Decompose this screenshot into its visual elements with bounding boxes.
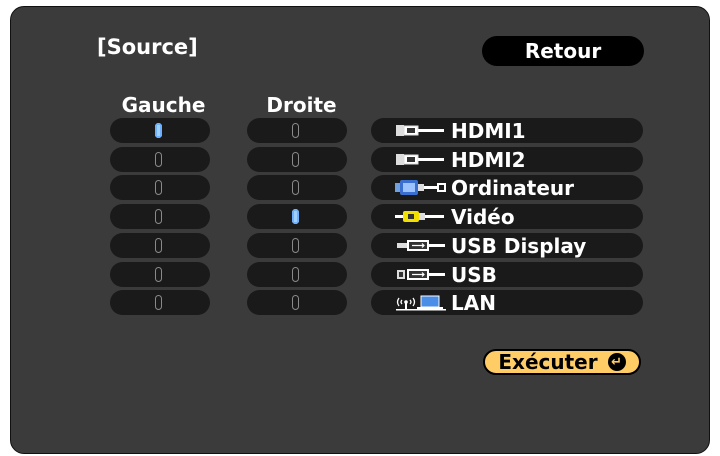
usb-display-icon [395,237,447,254]
selection-mark [292,238,299,253]
source-label: USB Display [451,234,587,258]
rca-video-icon [395,208,447,225]
left-column-header: Gauche [121,93,206,117]
right-select-hdmi2[interactable] [247,147,347,172]
source-label: HDMI2 [451,148,526,172]
vga-computer-icon [395,179,447,196]
left-select-lan[interactable] [110,290,210,315]
usb-icon [395,266,447,283]
source-row-usb: USB [371,262,643,287]
lan-icon [395,294,447,311]
hdmi-icon [395,122,447,139]
source-row-usb-display: USB Display [371,233,643,258]
selection-mark [155,180,162,195]
source-row-hdmi2: HDMI2 [371,147,643,172]
selection-mark [292,295,299,310]
source-label: Vidéo [451,205,515,229]
source-row-lan: LAN [371,290,643,315]
hdmi-icon [395,151,447,168]
source-label: LAN [451,291,496,315]
selection-mark [292,123,299,138]
execute-label: Exécuter [498,350,598,374]
right-select-hdmi1[interactable] [247,118,347,143]
selection-mark [292,180,299,195]
left-select-hdmi2[interactable] [110,147,210,172]
dialog-title: [Source] [97,35,198,59]
left-select-usb[interactable] [110,262,210,287]
selection-mark [155,123,162,138]
selection-mark [155,152,162,167]
selection-mark [292,152,299,167]
right-select-video[interactable] [247,204,347,229]
selection-mark [155,295,162,310]
selection-mark [155,238,162,253]
source-label: HDMI1 [451,119,526,143]
right-column-header: Droite [266,93,337,117]
back-button[interactable]: Retour [482,36,644,66]
left-select-ordinateur[interactable] [110,175,210,200]
source-row-ordinateur: Ordinateur [371,175,643,200]
right-select-usb[interactable] [247,262,347,287]
enter-icon: ↵ [607,353,626,371]
right-select-usb-display[interactable] [247,233,347,258]
selection-mark [155,267,162,282]
source-row-video: Vidéo [371,204,643,229]
split-screen-source-dialog: [Source] Retour Gauche Droite HDMI1 HDMI… [10,6,710,454]
execute-button[interactable]: Exécuter ↵ [483,349,641,375]
right-select-ordinateur[interactable] [247,175,347,200]
source-label: Ordinateur [451,176,574,200]
left-select-hdmi1[interactable] [110,118,210,143]
selection-mark [155,209,162,224]
left-select-video[interactable] [110,204,210,229]
source-label: USB [451,263,497,287]
right-select-lan[interactable] [247,290,347,315]
selection-mark [292,267,299,282]
selection-mark [292,209,299,224]
source-row-hdmi1: HDMI1 [371,118,643,143]
left-select-usb-display[interactable] [110,233,210,258]
